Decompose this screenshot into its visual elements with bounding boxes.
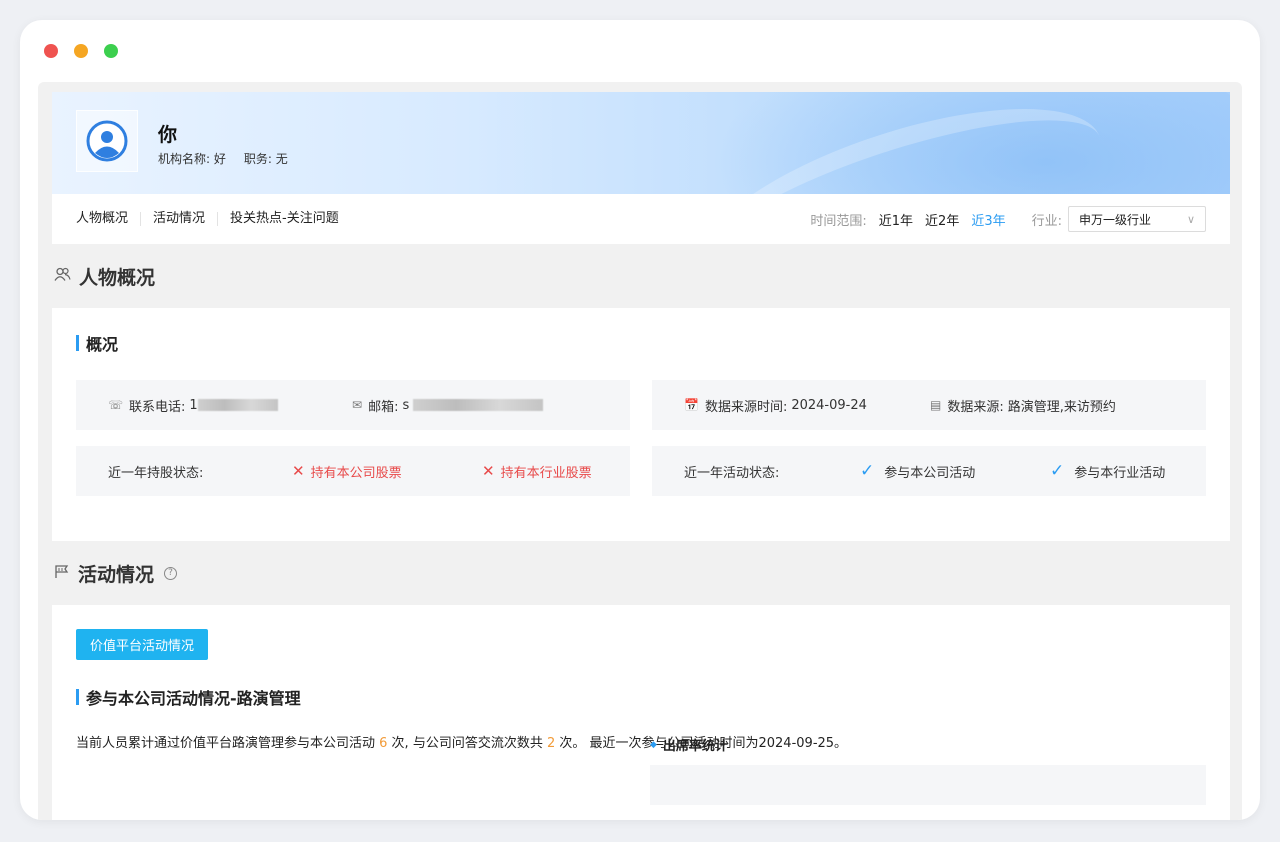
qa-count: 2 <box>546 736 556 751</box>
range-option-2y[interactable]: 近2年 <box>925 210 959 229</box>
summary-text-b: 次, 与公司问答交流次数共 <box>387 736 547 751</box>
holding-industry-text: 持有本行业股票 <box>500 465 592 481</box>
holding-company-status: ✕ 持有本公司股票 <box>292 462 402 481</box>
holding-company-text: 持有本公司股票 <box>310 465 402 481</box>
user-meta: 机构名称: 好 职务: 无 <box>158 150 288 167</box>
source-label: 数据来源: <box>947 399 1004 415</box>
tab-hot-topics[interactable]: 投关热点-关注问题 <box>217 212 351 226</box>
activity-subtitle: 参与本公司活动情况-路演管理 <box>76 686 1206 708</box>
phone-label: 联系电话: <box>129 399 186 415</box>
time-range-label: 时间范围: <box>810 213 867 229</box>
app-window: 你 机构名称: 好 职务: 无 人物概况 活动情况 投关热点-关注问题 时间范围… <box>20 20 1260 820</box>
holding-industry-status: ✕ 持有本行业股票 <box>482 462 592 481</box>
overview-section-header: 人物概况 <box>52 244 1230 308</box>
activity-company-text: 参与本公司活动 <box>884 465 976 481</box>
activity-section-title: 活动情况 <box>78 563 155 586</box>
calendar-icon: 📅 <box>684 398 699 412</box>
maximize-window-button[interactable] <box>104 44 118 58</box>
check-icon: ✓ <box>860 461 875 481</box>
contact-cell: ☏ 联系电话: 1 ✉ 邮箱: s <box>76 380 630 430</box>
close-window-button[interactable] <box>44 44 58 58</box>
activity-section-header: 活动情况 ? <box>52 541 1230 605</box>
tab-activity[interactable]: 活动情况 <box>140 212 217 226</box>
activity-panel: 价值平台活动情况 参与本公司活动情况-路演管理 当前人员累计通过价值平台路演管理… <box>52 605 1230 820</box>
activity-industry-status: ✓ 参与本行业活动 <box>1050 461 1165 481</box>
cross-icon: ✕ <box>482 462 495 480</box>
platform-activity-tag[interactable]: 价值平台活动情况 <box>76 629 209 660</box>
summary-text-a: 当前人员累计通过价值平台路演管理参与本公司活动 <box>76 736 380 751</box>
email-redacted <box>413 399 544 411</box>
flag-icon <box>54 564 70 583</box>
check-icon: ✓ <box>1050 461 1065 481</box>
holding-label: 近一年持股状态: <box>108 465 204 481</box>
activity-company-status: ✓ 参与本公司活动 <box>860 461 975 481</box>
overview-panel: 概况 ☏ 联系电话: 1 ✉ 邮箱: s 📅 数据来源时间: 2024-09-2… <box>52 308 1230 541</box>
help-icon[interactable]: ? <box>164 566 178 580</box>
people-icon <box>54 267 71 286</box>
industry-select-value: 申万一级行业 <box>1079 212 1152 227</box>
industry-select[interactable]: 申万一级行业 ∨ <box>1068 206 1206 232</box>
source-time-value: 2024-09-24 <box>791 397 867 413</box>
source-cell: 📅 数据来源时间: 2024-09-24 ▤ 数据来源: 路演管理,来访预约 <box>652 380 1206 430</box>
activity-summary: 当前人员累计通过价值平台路演管理参与本公司活动 6 次, 与公司问答交流次数共 … <box>76 732 1206 751</box>
chevron-down-icon: ∨ <box>1186 212 1195 226</box>
overview-section-title: 人物概况 <box>79 266 156 289</box>
user-avatar-icon <box>86 120 128 162</box>
tab-bar: 人物概况 活动情况 投关热点-关注问题 时间范围: 近1年 近2年 近3年 行业… <box>52 194 1230 244</box>
mail-icon: ✉ <box>352 398 363 412</box>
user-name: 你 <box>158 124 178 146</box>
phone-icon: ☏ <box>108 398 124 412</box>
email-value: s <box>402 397 410 413</box>
phone-value: 1 <box>189 397 198 413</box>
overview-subtitle: 概况 <box>76 332 1206 354</box>
range-option-3y[interactable]: 近3年 <box>971 210 1005 229</box>
source-value: 路演管理,来访预约 <box>1007 399 1116 415</box>
source-time-label: 数据来源时间: <box>704 399 788 415</box>
attendance-stat-label: 出席率统计 <box>662 739 728 754</box>
org-name: 机构名称: 好 <box>158 152 226 166</box>
phone-redacted <box>197 399 278 411</box>
activity-industry-text: 参与本行业活动 <box>1074 465 1166 481</box>
diamond-icon: ◆ <box>650 739 657 750</box>
page: 你 机构名称: 好 职务: 无 人物概况 活动情况 投关热点-关注问题 时间范围… <box>52 92 1230 820</box>
cross-icon: ✕ <box>292 462 305 480</box>
filters: 时间范围: 近1年 近2年 近3年 行业: 申万一级行业 ∨ <box>810 194 1206 244</box>
phone-item: ☏ 联系电话: 1 <box>108 396 278 415</box>
source-item: ▤ 数据来源: 路演管理,来访预约 <box>930 396 1116 415</box>
attendance-stat-title: ◆ 出席率统计 <box>650 735 728 754</box>
tab-overview[interactable]: 人物概况 <box>76 212 140 226</box>
industry-label: 行业: <box>1031 213 1062 229</box>
activity-status-cell: 近一年活动状态: ✓ 参与本公司活动 ✓ 参与本行业活动 <box>652 446 1206 496</box>
overview-grid: ☏ 联系电话: 1 ✉ 邮箱: s 📅 数据来源时间: 2024-09-24 ▤… <box>76 380 1206 496</box>
holding-cell: 近一年持股状态: ✕ 持有本公司股票 ✕ 持有本行业股票 <box>76 446 630 496</box>
window-controls <box>44 44 118 58</box>
minimize-window-button[interactable] <box>74 44 88 58</box>
email-item: ✉ 邮箱: s <box>352 396 544 415</box>
range-option-1y[interactable]: 近1年 <box>879 210 913 229</box>
email-label: 邮箱: <box>368 399 399 415</box>
source-time-item: 📅 数据来源时间: 2024-09-24 <box>684 396 867 415</box>
attendance-stat-box <box>650 765 1206 805</box>
content-area: 你 机构名称: 好 职务: 无 人物概况 活动情况 投关热点-关注问题 时间范围… <box>38 82 1242 820</box>
avatar <box>76 110 138 172</box>
job-title: 职务: 无 <box>243 152 288 166</box>
chart-icon: ▤ <box>930 398 942 412</box>
profile-banner: 你 机构名称: 好 职务: 无 <box>52 92 1230 194</box>
activity-status-label: 近一年活动状态: <box>684 465 780 481</box>
